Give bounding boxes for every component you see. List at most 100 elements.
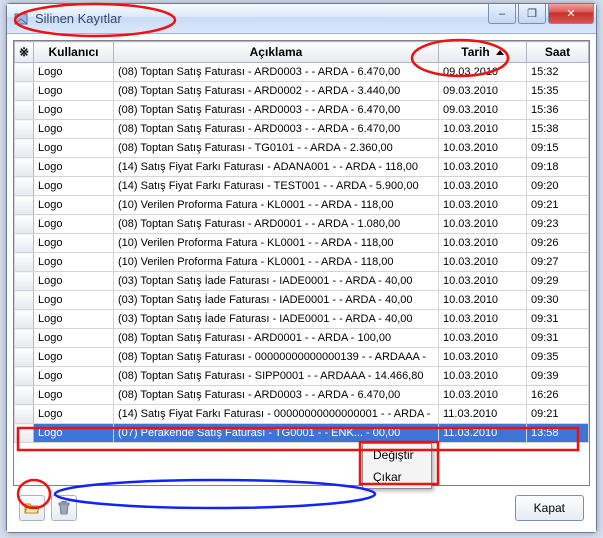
table-row[interactable]: Logo(08) Toptan Satış Faturası - ARD0001… <box>15 329 589 348</box>
cell-desc: (10) Verilen Proforma Fatura - KL0001 - … <box>114 253 439 272</box>
cell-date: 10.03.2010 <box>439 177 527 196</box>
cell-desc: (08) Toptan Satış Faturası - 00000000000… <box>114 348 439 367</box>
table-row[interactable]: Logo(08) Toptan Satış Faturası - ARD0003… <box>15 386 589 405</box>
table-row[interactable]: Logo(07) Perakende Satış Faturası - TG00… <box>15 424 589 443</box>
cell-date: 10.03.2010 <box>439 158 527 177</box>
cell-user: Logo <box>34 386 114 405</box>
cell-date: 10.03.2010 <box>439 291 527 310</box>
table-row[interactable]: Logo(08) Toptan Satış Faturası - ARD0002… <box>15 82 589 101</box>
table-row[interactable]: Logo(10) Verilen Proforma Fatura - KL000… <box>15 234 589 253</box>
cell-user: Logo <box>34 253 114 272</box>
cell-date: 11.03.2010 <box>439 424 527 443</box>
cell-time: 16:26 <box>527 386 589 405</box>
corner-header[interactable]: ※ <box>15 42 34 63</box>
cell-user: Logo <box>34 158 114 177</box>
table-row[interactable]: Logo(08) Toptan Satış Faturası - SIPP000… <box>15 367 589 386</box>
cell-date: 10.03.2010 <box>439 234 527 253</box>
cell-user: Logo <box>34 329 114 348</box>
table-row[interactable]: Logo(08) Toptan Satış Faturası - ARD0003… <box>15 120 589 139</box>
close-window-button[interactable]: Kapat <box>515 495 584 521</box>
row-indicator-cell <box>15 329 34 348</box>
table-row[interactable]: Logo(14) Satış Fiyat Farkı Faturası - 00… <box>15 405 589 424</box>
row-indicator-cell <box>15 63 34 82</box>
column-user[interactable]: Kullanıcı <box>34 42 114 63</box>
cell-date: 10.03.2010 <box>439 139 527 158</box>
table-row[interactable]: Logo(03) Toptan Satış İade Faturası - IA… <box>15 291 589 310</box>
folder-open-button[interactable] <box>19 495 45 521</box>
close-button[interactable]: ✕ <box>548 4 594 24</box>
cell-desc: (08) Toptan Satış Faturası - SIPP0001 - … <box>114 367 439 386</box>
cell-desc: (08) Toptan Satış Faturası - ARD0003 - -… <box>114 63 439 82</box>
row-indicator-cell <box>15 348 34 367</box>
column-desc[interactable]: Açıklama <box>114 42 439 63</box>
cell-date: 10.03.2010 <box>439 272 527 291</box>
row-indicator-cell <box>15 158 34 177</box>
row-indicator-cell <box>15 120 34 139</box>
cell-desc: (03) Toptan Satış İade Faturası - IADE00… <box>114 310 439 329</box>
sort-asc-icon <box>496 50 504 55</box>
cell-time: 13:58 <box>527 424 589 443</box>
column-time[interactable]: Saat <box>527 42 589 63</box>
folder-open-icon <box>24 500 40 516</box>
minimize-button[interactable]: – <box>488 4 516 24</box>
table-row[interactable]: Logo(08) Toptan Satış Faturası - ARD0003… <box>15 63 589 82</box>
table-row[interactable]: Logo(10) Verilen Proforma Fatura - KL000… <box>15 196 589 215</box>
cell-desc: (14) Satış Fiyat Farkı Faturası - TEST00… <box>114 177 439 196</box>
table-row[interactable]: Logo(08) Toptan Satış Faturası - TG0101 … <box>15 139 589 158</box>
cell-desc: (08) Toptan Satış Faturası - ARD0003 - -… <box>114 120 439 139</box>
context-menu: Değiştir Çıkar <box>362 443 432 489</box>
cell-desc: (08) Toptan Satış Faturası - ARD0003 - -… <box>114 386 439 405</box>
row-indicator-cell <box>15 386 34 405</box>
app-icon <box>13 11 29 27</box>
cell-time: 15:35 <box>527 82 589 101</box>
cell-date: 10.03.2010 <box>439 329 527 348</box>
cell-desc: (14) Satış Fiyat Farkı Faturası - ADANA0… <box>114 158 439 177</box>
table-row[interactable]: Logo(14) Satış Fiyat Farkı Faturası - TE… <box>15 177 589 196</box>
cell-desc: (08) Toptan Satış Faturası - ARD0002 - -… <box>114 82 439 101</box>
cell-user: Logo <box>34 291 114 310</box>
cell-date: 09.03.2010 <box>439 63 527 82</box>
column-date[interactable]: Tarih <box>439 42 527 63</box>
row-indicator-cell <box>15 272 34 291</box>
cell-user: Logo <box>34 424 114 443</box>
cell-user: Logo <box>34 348 114 367</box>
row-indicator-cell <box>15 405 34 424</box>
table-row[interactable]: Logo(03) Toptan Satış İade Faturası - IA… <box>15 310 589 329</box>
cell-user: Logo <box>34 139 114 158</box>
context-remove[interactable]: Çıkar <box>363 466 431 488</box>
table-row[interactable]: Logo(08) Toptan Satış Faturası - 0000000… <box>15 348 589 367</box>
table-row[interactable]: Logo(14) Satış Fiyat Farkı Faturası - AD… <box>15 158 589 177</box>
table-row[interactable]: Logo(08) Toptan Satış Faturası - ARD0001… <box>15 215 589 234</box>
cell-date: 09.03.2010 <box>439 82 527 101</box>
cell-user: Logo <box>34 101 114 120</box>
cell-date: 10.03.2010 <box>439 253 527 272</box>
cell-time: 09:15 <box>527 139 589 158</box>
cell-user: Logo <box>34 120 114 139</box>
cell-time: 09:21 <box>527 405 589 424</box>
delete-button[interactable] <box>51 495 77 521</box>
cell-date: 10.03.2010 <box>439 348 527 367</box>
cell-date: 10.03.2010 <box>439 367 527 386</box>
cell-time: 09:20 <box>527 177 589 196</box>
footer-bar: Kapat <box>13 486 590 526</box>
cell-time: 09:39 <box>527 367 589 386</box>
cell-desc: (07) Perakende Satış Faturası - TG0001 -… <box>114 424 439 443</box>
cell-time: 09:30 <box>527 291 589 310</box>
cell-desc: (10) Verilen Proforma Fatura - KL0001 - … <box>114 234 439 253</box>
row-indicator-cell <box>15 253 34 272</box>
maximize-button[interactable]: ❐ <box>518 4 546 24</box>
table-row[interactable]: Logo(08) Toptan Satış Faturası - ARD0003… <box>15 101 589 120</box>
cell-time: 09:18 <box>527 158 589 177</box>
cell-desc: (08) Toptan Satış Faturası - ARD0001 - -… <box>114 329 439 348</box>
titlebar[interactable]: Silinen Kayıtlar – ❐ ✕ <box>7 4 596 34</box>
context-edit[interactable]: Değiştir <box>363 444 431 466</box>
row-indicator-cell <box>15 424 34 443</box>
row-indicator-cell <box>15 101 34 120</box>
cell-date: 10.03.2010 <box>439 215 527 234</box>
table-row[interactable]: Logo(10) Verilen Proforma Fatura - KL000… <box>15 253 589 272</box>
table-row[interactable]: Logo(03) Toptan Satış İade Faturası - IA… <box>15 272 589 291</box>
cell-desc: (08) Toptan Satış Faturası - TG0101 - - … <box>114 139 439 158</box>
row-indicator-cell <box>15 215 34 234</box>
data-grid[interactable]: ※ Kullanıcı Açıklama Tarih Saat Logo(08)… <box>13 40 590 486</box>
cell-desc: (08) Toptan Satış Faturası - ARD0001 - -… <box>114 215 439 234</box>
